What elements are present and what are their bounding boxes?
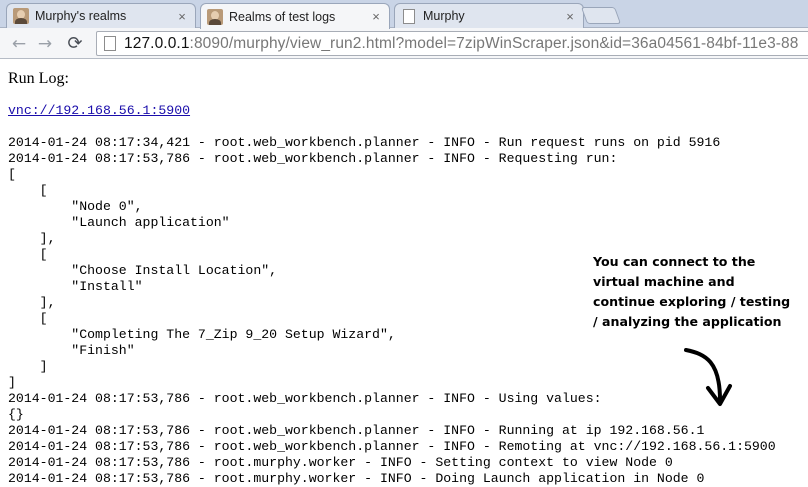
log-line: [ <box>8 247 48 262</box>
log-line: 2014-01-24 08:17:53,786 - root.web_workb… <box>8 439 776 454</box>
log-line: "Node 0", <box>8 199 143 214</box>
tab-label: Realms of test logs <box>229 9 336 24</box>
tab-close-icon[interactable]: × <box>175 9 189 24</box>
url-text[interactable]: 127.0.0.1:8090/murphy/view_run2.html?mod… <box>124 35 799 53</box>
log-line: "Completing The 7_Zip 9_20 Setup Wizard"… <box>8 327 396 342</box>
log-line: 2014-01-24 08:17:53,786 - root.murphy.wo… <box>8 471 705 486</box>
tab-realms-of-test-logs[interactable]: Realms of test logs × <box>200 3 390 29</box>
url-host: 127.0.0.1 <box>124 34 190 52</box>
curved-arrow-icon <box>684 348 732 406</box>
tab-close-icon[interactable]: × <box>369 9 383 24</box>
tab-murphy[interactable]: Murphy × <box>394 3 584 28</box>
page-icon <box>104 36 116 51</box>
log-line: "Launch application" <box>8 215 230 230</box>
log-line: [ <box>8 311 48 326</box>
address-bar[interactable]: 127.0.0.1:8090/murphy/view_run2.html?mod… <box>96 31 808 56</box>
back-arrow-icon[interactable]: ← <box>8 33 30 55</box>
log-line: [ <box>8 183 48 198</box>
page-title: Run Log: <box>8 70 69 87</box>
log-line: 2014-01-24 08:17:53,786 - root.web_workb… <box>8 423 705 438</box>
log-line: 2014-01-24 08:17:53,786 - root.murphy.wo… <box>8 455 673 470</box>
tab-close-icon[interactable]: × <box>563 9 577 24</box>
log-line: "Install" <box>8 279 143 294</box>
log-line: ] <box>8 359 48 374</box>
tab-label: Murphy's realms <box>35 9 127 23</box>
log-line: 2014-01-24 08:17:53,786 - root.web_workb… <box>8 151 618 166</box>
url-path: :8090/murphy/view_run2.html?model=7zipWi… <box>189 34 799 52</box>
tab-strip: Murphy's realms × Realms of test logs × … <box>0 0 808 29</box>
forward-arrow-icon[interactable]: → <box>34 33 56 55</box>
log-line: 2014-01-24 08:17:53,786 - root.web_workb… <box>8 391 602 406</box>
tab-murphys-realms[interactable]: Murphy's realms × <box>6 3 196 28</box>
reload-icon[interactable]: ⟳ <box>64 33 86 55</box>
new-tab-button[interactable] <box>580 7 622 24</box>
log-line: ], <box>8 295 56 310</box>
log-line: "Finish" <box>8 343 135 358</box>
log-line: [ <box>8 167 16 182</box>
page-content: Run Log: vnc://192.168.56.1:5900 2014-01… <box>0 60 808 487</box>
callout-annotation: You can connect to the virtual machine a… <box>593 254 791 329</box>
vnc-link[interactable]: vnc://192.168.56.1:5900 <box>8 103 190 118</box>
log-line: ] <box>8 375 16 390</box>
log-line: ], <box>8 231 56 246</box>
page-icon <box>403 8 415 24</box>
tab-label: Murphy <box>423 9 465 23</box>
avatar-favicon-icon <box>207 8 223 25</box>
log-line: {} <box>8 407 24 422</box>
log-line: 2014-01-24 08:17:34,421 - root.web_workb… <box>8 135 721 150</box>
avatar-favicon-icon <box>13 8 29 24</box>
browser-toolbar: ← → ⟳ 127.0.0.1:8090/murphy/view_run2.ht… <box>0 28 808 59</box>
log-line: "Choose Install Location", <box>8 263 278 278</box>
